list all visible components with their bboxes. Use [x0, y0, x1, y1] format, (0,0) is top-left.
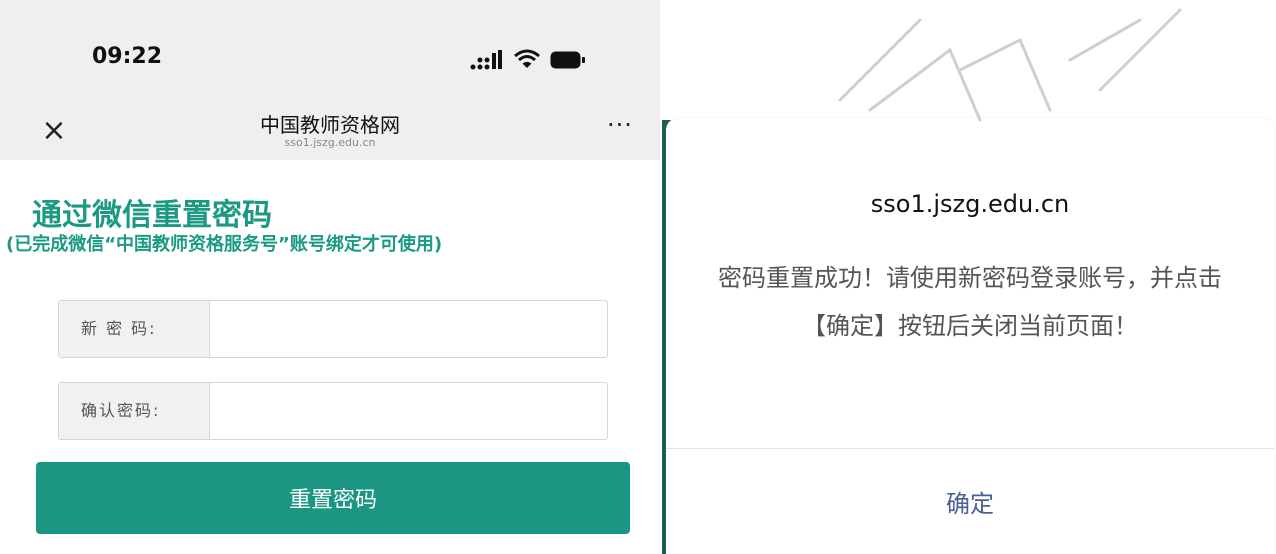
status-time: 09:22 — [92, 44, 163, 69]
dialog-title: sso1.jszg.edu.cn — [870, 190, 1070, 218]
phone-screen: 09:22 × 中国教师资格网 sso1.jszg.edu.cn ··· 通过微… — [0, 0, 660, 554]
confirm-password-field: 确认密码: — [58, 382, 608, 440]
more-icon[interactable]: ··· — [600, 107, 640, 143]
nav-bar: × 中国教师资格网 sso1.jszg.edu.cn ··· — [0, 105, 660, 160]
status-icons — [470, 48, 590, 72]
page-title: 通过微信重置密码 — [32, 198, 272, 233]
nav-title: 中国教师资格网 — [260, 113, 400, 137]
new-password-label: 新 密 码: — [59, 301, 210, 357]
new-password-field: 新 密 码: — [58, 300, 608, 358]
confirm-password-input[interactable] — [210, 383, 606, 439]
screenshot-stage: 09:22 × 中国教师资格网 sso1.jszg.edu.cn ··· 通过微… — [0, 0, 1276, 554]
status-bar: 09:22 — [0, 0, 660, 105]
dialog-message: 密码重置成功！请使用新密码登录账号，并点击【确定】按钮后关闭当前页面！ — [718, 264, 1222, 340]
alert-dialog: sso1.jszg.edu.cn 密码重置成功！请使用新密码登录账号，并点击【确… — [666, 118, 1274, 554]
new-password-input[interactable] — [210, 301, 606, 357]
dialog-confirm-button[interactable]: 确定 — [666, 449, 1274, 554]
page-subtitle: (已完成微信“中国教师资格服务号”账号绑定才可使用) — [6, 234, 443, 255]
alert-screen: sso1.jszg.edu.cn 密码重置成功！请使用新密码登录账号，并点击【确… — [662, 0, 1276, 554]
reset-password-button[interactable]: 重置密码 — [36, 462, 630, 534]
wifi-icon — [514, 49, 540, 68]
nav-subtitle: sso1.jszg.edu.cn — [284, 136, 376, 149]
signal-icon — [470, 50, 502, 70]
battery-icon — [550, 51, 585, 69]
confirm-password-label: 确认密码: — [59, 383, 210, 439]
